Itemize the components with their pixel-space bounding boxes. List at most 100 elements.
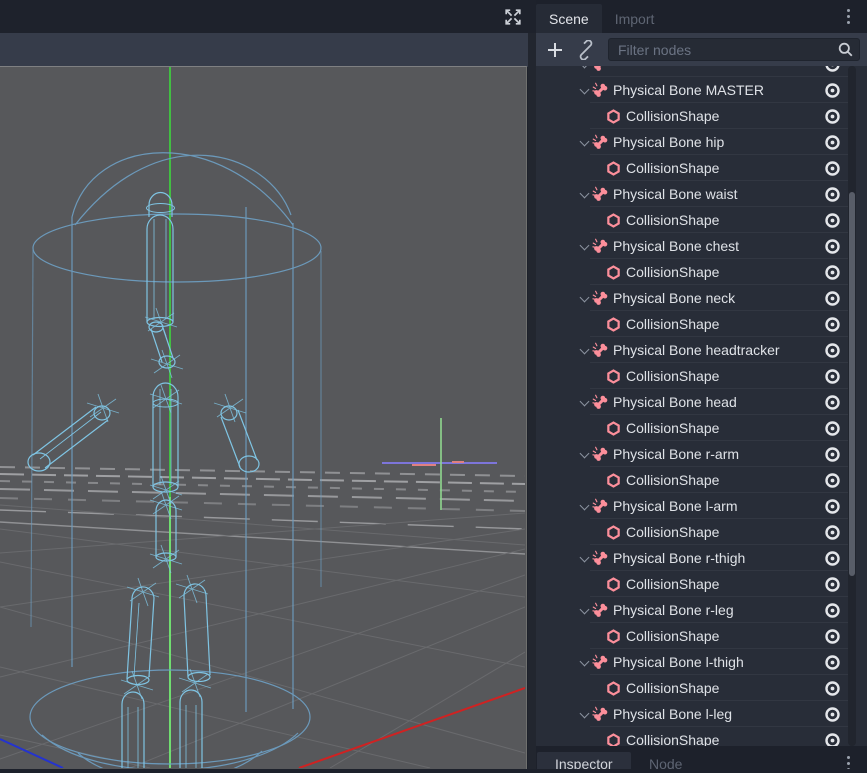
chevron-down-icon[interactable]	[580, 294, 588, 302]
tree-row[interactable]: CollisionShape	[536, 363, 867, 389]
visibility-eye-button[interactable]	[823, 445, 841, 463]
visibility-eye-button[interactable]	[823, 263, 841, 281]
tree-row-label: Physical Bone hip	[613, 134, 823, 150]
visibility-eye-button[interactable]	[823, 315, 841, 333]
chevron-down-icon[interactable]	[580, 66, 588, 68]
chevron-down-icon[interactable]	[580, 242, 588, 250]
chevron-down-icon[interactable]	[580, 398, 588, 406]
visibility-eye-button[interactable]	[823, 133, 841, 151]
bottom-panel-menu-icon[interactable]	[847, 756, 851, 769]
chevron-down-icon[interactable]	[580, 606, 588, 614]
scene-tree-toolbar	[536, 33, 867, 66]
panel-menu-icon[interactable]	[847, 9, 851, 24]
chevron-down-icon[interactable]	[580, 190, 588, 198]
filter-nodes-input[interactable]	[608, 38, 860, 61]
tree-row[interactable]: CollisionShape	[536, 103, 867, 129]
scene-tree: Physical Bone MASTER CollisionShape	[536, 66, 867, 746]
tab-node[interactable]: Node	[631, 752, 700, 769]
collision-shape-icon	[605, 420, 622, 437]
tree-row[interactable]: CollisionShape	[536, 311, 867, 337]
visibility-eye-button[interactable]	[823, 341, 841, 359]
tree-row-label: CollisionShape	[626, 368, 823, 384]
tree-row[interactable]: CollisionShape	[536, 467, 867, 493]
visibility-eye-button[interactable]	[823, 159, 841, 177]
visibility-eye-button[interactable]	[823, 627, 841, 645]
scene-tree-scrollbar[interactable]	[848, 66, 856, 746]
visibility-eye-button[interactable]	[823, 419, 841, 437]
tree-row[interactable]: CollisionShape	[536, 623, 867, 649]
tree-row[interactable]: Physical Bone r-leg	[536, 597, 867, 623]
tree-row[interactable]: Physical Bone l-thigh	[536, 649, 867, 675]
tab-import[interactable]: Import	[602, 4, 668, 33]
tree-row[interactable]: Physical Bone MASTER	[536, 77, 867, 103]
chevron-down-icon[interactable]	[580, 138, 588, 146]
tree-row-label: CollisionShape	[626, 472, 823, 488]
visibility-eye-button[interactable]	[823, 471, 841, 489]
tree-row[interactable]	[536, 66, 867, 77]
physical-bone-icon	[592, 342, 609, 359]
chevron-down-icon[interactable]	[580, 658, 588, 666]
physical-bone-icon	[592, 706, 609, 723]
visibility-eye-button[interactable]	[823, 185, 841, 203]
scrollbar-thumb[interactable]	[849, 192, 855, 576]
tree-row-label: Physical Bone l-leg	[613, 706, 823, 722]
tree-row-label: CollisionShape	[626, 160, 823, 176]
chevron-down-icon[interactable]	[580, 450, 588, 458]
3d-viewport[interactable]	[0, 66, 527, 769]
visibility-eye-button[interactable]	[823, 705, 841, 723]
tree-row-label: Physical Bone neck	[613, 290, 823, 306]
panel-splitter[interactable]	[528, 33, 536, 769]
tree-row[interactable]: Physical Bone chest	[536, 233, 867, 259]
visibility-eye-button[interactable]	[823, 679, 841, 697]
chevron-down-icon[interactable]	[580, 502, 588, 510]
chevron-down-icon[interactable]	[580, 710, 588, 718]
visibility-eye-button[interactable]	[823, 653, 841, 671]
visibility-eye-button[interactable]	[823, 211, 841, 229]
tree-row[interactable]: CollisionShape	[536, 519, 867, 545]
collision-shape-icon	[605, 524, 622, 541]
physical-bone-icon	[592, 550, 609, 567]
collision-shape-icon	[605, 316, 622, 333]
tree-row[interactable]: Physical Bone head	[536, 389, 867, 415]
visibility-eye-button[interactable]	[823, 575, 841, 593]
tree-row[interactable]: Physical Bone headtracker	[536, 337, 867, 363]
tree-row-label: Physical Bone chest	[613, 238, 823, 254]
visibility-eye-button[interactable]	[823, 523, 841, 541]
visibility-eye-button[interactable]	[823, 66, 841, 73]
chevron-down-icon[interactable]	[580, 86, 588, 94]
tree-row-label: CollisionShape	[626, 108, 823, 124]
tree-row[interactable]: CollisionShape	[536, 727, 867, 746]
tree-row[interactable]: CollisionShape	[536, 571, 867, 597]
visibility-eye-button[interactable]	[823, 289, 841, 307]
tree-row-label: Physical Bone headtracker	[613, 342, 823, 358]
tree-row[interactable]: Physical Bone l-arm	[536, 493, 867, 519]
instance-scene-button[interactable]	[573, 37, 599, 63]
tree-row[interactable]: CollisionShape	[536, 207, 867, 233]
tree-row[interactable]: Physical Bone l-leg	[536, 701, 867, 727]
tree-row[interactable]: CollisionShape	[536, 415, 867, 441]
tab-scene[interactable]: Scene	[536, 4, 602, 33]
tree-row[interactable]: Physical Bone neck	[536, 285, 867, 311]
tree-row[interactable]: Physical Bone waist	[536, 181, 867, 207]
visibility-eye-button[interactable]	[823, 107, 841, 125]
visibility-eye-button[interactable]	[823, 237, 841, 255]
visibility-eye-button[interactable]	[823, 497, 841, 515]
fullscreen-expand-icon[interactable]	[503, 7, 523, 27]
collision-shape-icon	[605, 212, 622, 229]
tree-row[interactable]: CollisionShape	[536, 675, 867, 701]
tree-row[interactable]: CollisionShape	[536, 155, 867, 181]
visibility-eye-button[interactable]	[823, 393, 841, 411]
visibility-eye-button[interactable]	[823, 731, 841, 746]
tree-row[interactable]: Physical Bone r-arm	[536, 441, 867, 467]
visibility-eye-button[interactable]	[823, 81, 841, 99]
visibility-eye-button[interactable]	[823, 367, 841, 385]
tree-row[interactable]: Physical Bone r-thigh	[536, 545, 867, 571]
tree-row[interactable]: CollisionShape	[536, 259, 867, 285]
visibility-eye-button[interactable]	[823, 601, 841, 619]
visibility-eye-button[interactable]	[823, 549, 841, 567]
chevron-down-icon[interactable]	[580, 554, 588, 562]
tab-inspector[interactable]: Inspector	[537, 752, 631, 769]
tree-row[interactable]: Physical Bone hip	[536, 129, 867, 155]
chevron-down-icon[interactable]	[580, 346, 588, 354]
add-node-button[interactable]	[542, 37, 568, 63]
